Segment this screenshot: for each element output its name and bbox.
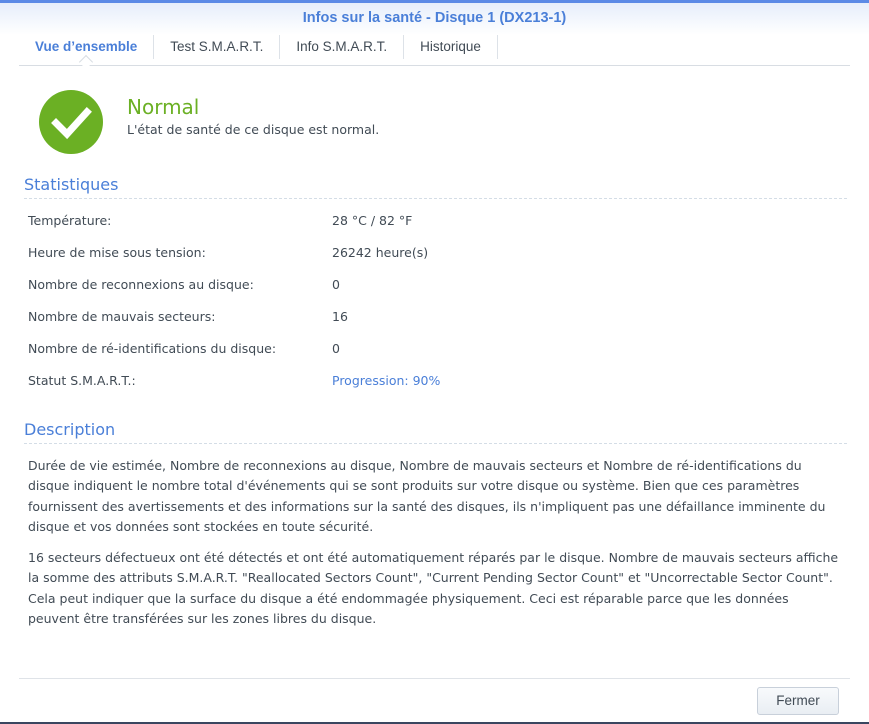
description-paragraph: Durée de vie estimée, Nombre de reconnex…: [28, 458, 826, 534]
description-heading: Description: [24, 420, 847, 444]
stat-label: Nombre de reconnexions au disque:: [28, 277, 254, 292]
tab-overview[interactable]: Vue d’ensemble: [19, 35, 155, 59]
close-button[interactable]: Fermer: [757, 687, 839, 715]
description-paragraph: 16 secteurs défectueux ont été détectés …: [28, 550, 839, 626]
stat-label: Nombre de mauvais secteurs:: [28, 309, 216, 324]
status-title: Normal: [127, 95, 200, 119]
stat-value: 26242 heure(s): [332, 245, 429, 260]
stat-value: 0: [332, 341, 340, 356]
tab-bar: Vue d’ensemble Test S.M.A.R.T. Info S.M.…: [19, 35, 850, 66]
smart-status-link[interactable]: Progression: 90%: [332, 373, 440, 388]
tab-history[interactable]: Historique: [404, 35, 498, 59]
tab-smart-info[interactable]: Info S.M.A.R.T.: [280, 35, 405, 59]
tab-smart-test[interactable]: Test S.M.A.R.T.: [154, 35, 281, 59]
stat-value: 28 °C / 82 °F: [332, 213, 413, 228]
footer-divider: [19, 678, 850, 679]
statistics-heading: Statistiques: [24, 175, 847, 199]
stat-label: Statut S.M.A.R.T.:: [28, 373, 136, 388]
stat-value: 0: [332, 277, 340, 292]
status-description: L'état de santé de ce disque est normal.: [127, 122, 380, 137]
stat-label: Nombre de ré-identifications du disque:: [28, 341, 277, 356]
stat-label: Heure de mise sous tension:: [28, 245, 206, 260]
checkmark-icon: [39, 90, 103, 154]
window-title: Infos sur la santé - Disque 1 (DX213-1): [0, 3, 869, 35]
stat-label: Température:: [28, 213, 112, 228]
stat-value: 16: [332, 309, 348, 324]
